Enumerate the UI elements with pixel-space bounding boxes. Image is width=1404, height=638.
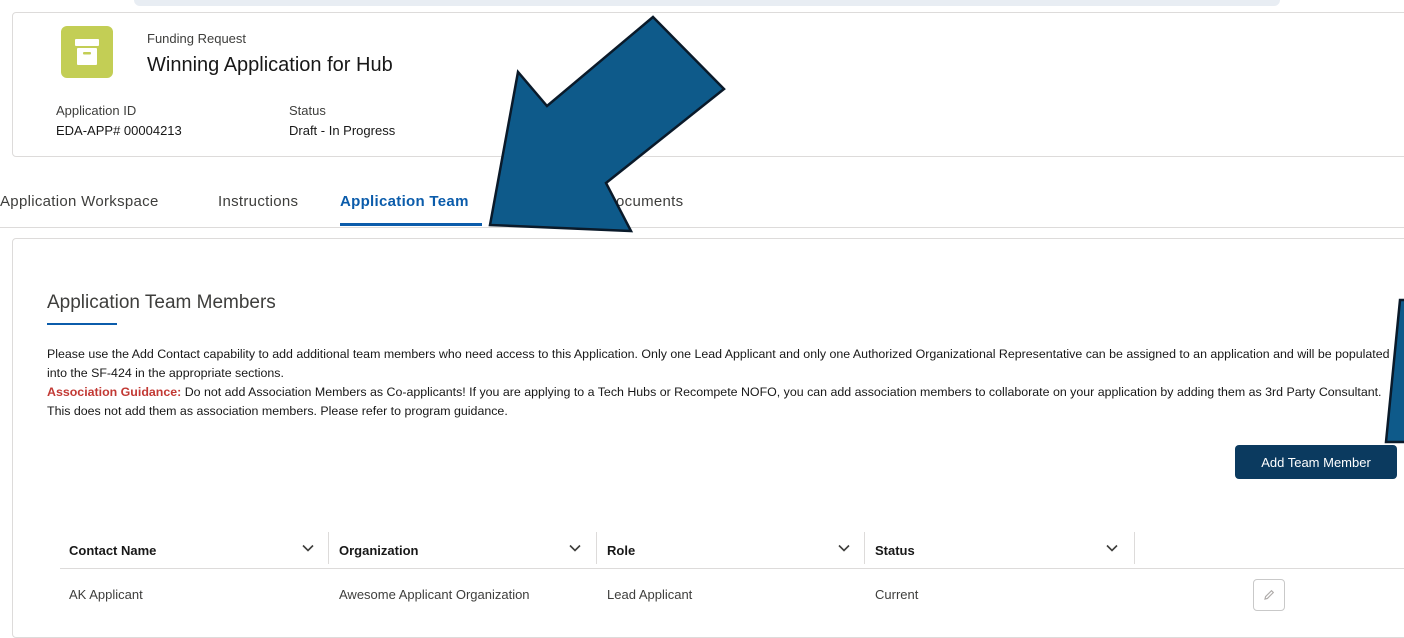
column-header-contact-name[interactable]: Contact Name <box>69 532 319 568</box>
cell-status: Current <box>875 587 919 602</box>
column-divider <box>1134 532 1135 564</box>
column-divider <box>864 532 865 564</box>
cell-organization: Awesome Applicant Organization <box>339 587 530 602</box>
record-title: Winning Application for Hub <box>147 54 393 76</box>
title-underline <box>47 323 117 325</box>
tab-documents[interactable]: ocuments <box>616 193 683 210</box>
record-type: Funding Request <box>147 31 247 46</box>
chevron-down-icon[interactable] <box>837 541 851 555</box>
application-id-value: EDA-APP# 00004213 <box>56 123 182 138</box>
description-text: Please use the Add Contact capability to… <box>47 347 1390 380</box>
chevron-down-icon[interactable] <box>568 541 582 555</box>
active-tab-indicator <box>340 223 482 226</box>
tab-application-partial[interactable]: Ap <box>508 193 527 210</box>
column-label: Contact Name <box>69 542 157 558</box>
column-divider <box>596 532 597 564</box>
edit-row-button[interactable] <box>1253 579 1285 611</box>
tab-application-team[interactable]: Application Team <box>340 193 469 210</box>
chevron-down-icon[interactable] <box>301 541 315 555</box>
column-divider <box>328 532 329 564</box>
tab-bar: Application Workspace Instructions Appli… <box>0 193 1404 228</box>
guidance-label: Association Guidance: <box>47 385 182 399</box>
cell-role: Lead Applicant <box>607 587 693 602</box>
pencil-icon <box>1264 589 1275 600</box>
status-value: Draft - In Progress <box>289 123 396 138</box>
application-id-label: Application ID <box>56 103 137 118</box>
column-label: Status <box>875 542 915 558</box>
add-team-member-button[interactable]: Add Team Member <box>1235 445 1397 479</box>
column-header-role[interactable]: Role <box>607 532 857 568</box>
guidance-text: Do not add Association Members as Co-app… <box>47 385 1382 418</box>
status-label: Status <box>289 103 326 118</box>
tab-application-workspace[interactable]: Application Workspace <box>0 193 159 210</box>
column-header-organization[interactable]: Organization <box>339 532 589 568</box>
team-section-title: Application Team Members <box>47 292 276 313</box>
table-header-border <box>60 568 1404 569</box>
column-label: Organization <box>339 542 419 558</box>
column-header-status[interactable]: Status <box>875 532 1125 568</box>
global-search-bar[interactable] <box>134 0 1280 6</box>
tab-instructions[interactable]: Instructions <box>218 193 298 210</box>
column-label: Role <box>607 542 636 558</box>
archive-icon <box>61 26 113 78</box>
cell-contact-name[interactable]: AK Applicant <box>69 587 143 602</box>
team-description: Please use the Add Contact capability to… <box>47 345 1404 421</box>
chevron-down-icon[interactable] <box>1105 541 1119 555</box>
